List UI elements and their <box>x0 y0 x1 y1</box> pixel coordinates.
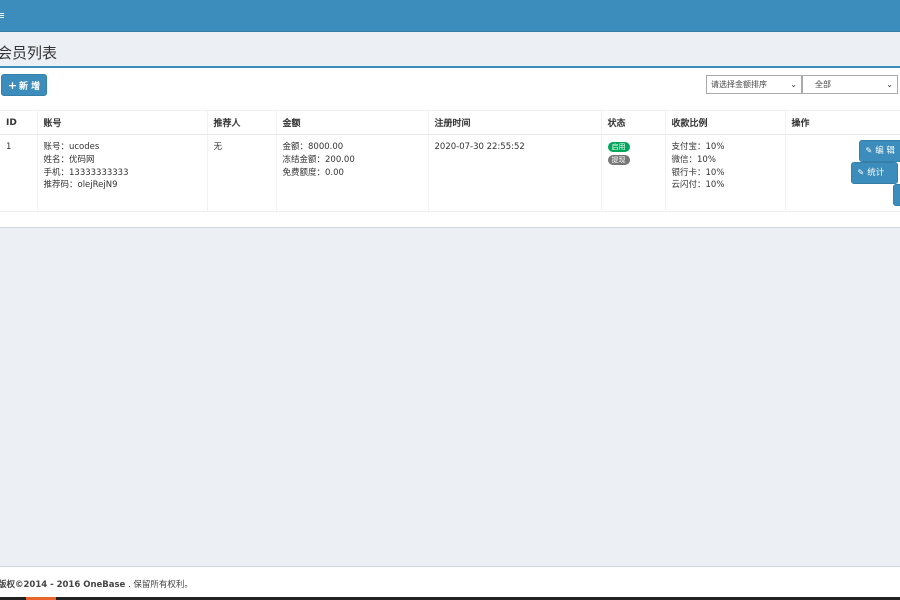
edit-button[interactable]: ✎ 编 辑 <box>858 140 900 162</box>
menu-toggle-icon[interactable]: ≡ <box>0 9 5 22</box>
column-header-status: 状态 <box>601 110 666 135</box>
ratio-alipay: 支付宝：10% <box>671 142 725 152</box>
column-header-ratio: 收款比例 <box>665 110 786 135</box>
cell-ratio: 支付宝：10% 微信：10% 银行卡：10% 云闪付：10% <box>665 134 786 212</box>
status-filter-value: 全部 <box>815 80 831 89</box>
status-withdraw-badge[interactable]: 提现 <box>607 154 630 165</box>
rights-text: . 保留所有权利。 <box>128 580 193 590</box>
account-phone: 手机：13333333333 <box>43 167 129 178</box>
account-name: 姓名：优码网 <box>43 154 95 165</box>
chevron-down-icon: ⌄ <box>886 80 893 89</box>
cell-amount: 金额：8000.00 冻结金额：200.00 免费额度：0.00 <box>276 134 429 212</box>
column-header-actions: 操作 <box>785 110 900 135</box>
account-login: 账号：ucodes <box>43 142 100 152</box>
footer-copyright: 版权©2014 - 2016 OneBase . 保留所有权利。 <box>0 578 193 590</box>
member-table: ID 账号 推荐人 金额 注册时间 状态 收款比例 操作 1 账号：ucodes… <box>0 110 900 212</box>
page-title: 会员列表 <box>0 44 58 62</box>
table-row: 1 账号：ucodes 姓名：优码网 手机：13333333333 推荐码：ol… <box>0 134 900 212</box>
table-header-row: ID 账号 推荐人 金额 注册时间 状态 收款比例 操作 <box>0 110 900 135</box>
status-filter-select[interactable]: 全部 ⌄ <box>802 75 898 94</box>
plus-icon: + <box>7 78 18 92</box>
amount-sort-select[interactable]: 请选择金额排序 ⌄ <box>706 75 802 94</box>
add-member-button[interactable]: + 新 增 <box>1 74 47 96</box>
column-header-id: ID <box>0 110 38 135</box>
cell-status: 启用 提现 <box>601 134 666 212</box>
page-footer: 版权©2014 - 2016 OneBase . 保留所有权利。 <box>0 566 900 600</box>
ratio-bank-card: 银行卡：10% <box>671 167 725 178</box>
column-header-amount: 金额 <box>276 110 429 135</box>
ratio-wechat: 微信：10% <box>671 154 716 165</box>
page-header: 会员列表 <box>0 32 900 66</box>
amount-free-quota: 免费额度：0.00 <box>282 167 344 178</box>
amount-balance: 金额：8000.00 <box>282 142 344 152</box>
cell-referrer: 无 <box>207 134 277 212</box>
statistics-button[interactable]: ✎ 统计 <box>850 162 898 184</box>
ratio-unionpay: 云闪付：10% <box>671 180 725 191</box>
edit-icon: ✎ <box>857 167 865 177</box>
cell-id: 1 <box>0 134 38 212</box>
copyright-text: 版权©2014 - 2016 OneBase <box>0 580 126 590</box>
statistics-button-label: 统计 <box>867 167 885 178</box>
account-ref-code: 推荐码：olejRejN9 <box>43 180 118 191</box>
add-button-label: 新 增 <box>19 81 41 92</box>
amount-frozen: 冻结金额：200.00 <box>282 154 355 165</box>
content-box: + 新 增 请选择金额排序 ⌄ 全部 ⌄ ID 账号 推荐人 金额 注册时间 状… <box>0 66 900 228</box>
amount-sort-value: 请选择金额排序 <box>711 80 767 89</box>
status-enabled-badge[interactable]: 启用 <box>607 142 630 152</box>
cell-actions: ✎ 编 辑 ✎ 统计 <box>785 134 900 212</box>
column-header-referrer: 推荐人 <box>207 110 277 135</box>
cell-reg-time: 2020-07-30 22:55:52 <box>428 134 602 212</box>
chevron-down-icon: ⌄ <box>790 80 797 89</box>
edit-icon: ✎ <box>865 145 873 155</box>
edit-button-label: 编 辑 <box>875 145 895 156</box>
cell-account: 账号：ucodes 姓名：优码网 手机：13333333333 推荐码：olej… <box>37 134 208 212</box>
column-header-reg-time: 注册时间 <box>428 110 602 135</box>
column-header-account: 账号 <box>37 110 208 135</box>
more-action-button[interactable] <box>892 184 900 206</box>
top-navbar: ≡ <box>0 0 900 32</box>
